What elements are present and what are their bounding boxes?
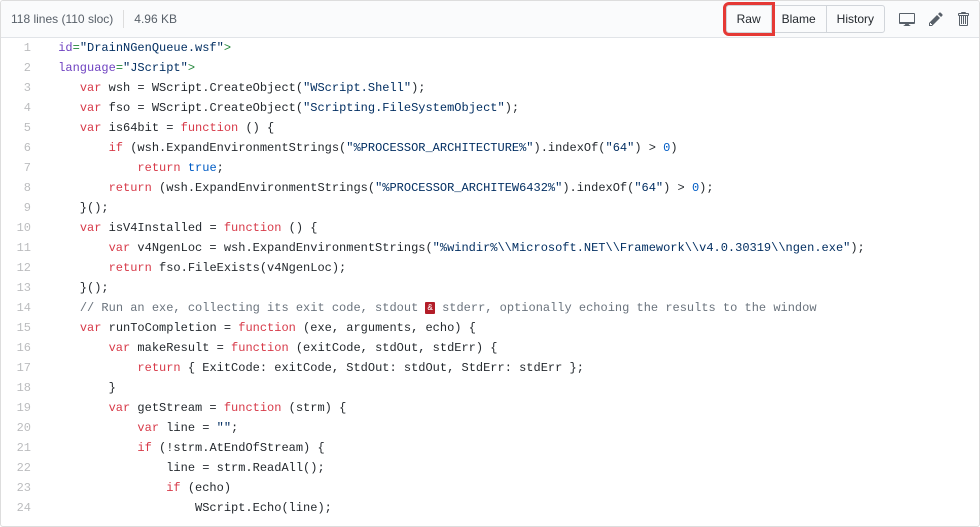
blob-code: }(); xyxy=(41,198,979,218)
blob-num: 23 xyxy=(1,478,41,498)
code-line: 2 language="JScript"> xyxy=(1,58,979,78)
code-line: 15 var runToCompletion = function (exe, … xyxy=(1,318,979,338)
blob-code: if (!strm.AtEndOfStream) { xyxy=(41,438,979,458)
blob-code: id="DrainNGenQueue.wsf"> xyxy=(41,38,979,58)
blob-code: // Run an exe, collecting its exit code,… xyxy=(41,298,979,318)
code-line: 7 return true; xyxy=(1,158,979,178)
blob-num: 10 xyxy=(1,218,41,238)
code-table: 1 id="DrainNGenQueue.wsf">2 language="JS… xyxy=(1,38,979,518)
trashcan-icon[interactable] xyxy=(957,11,969,27)
blob-code: if (wsh.ExpandEnvironmentStrings("%PROCE… xyxy=(41,138,979,158)
code-line: 8 return (wsh.ExpandEnvironmentStrings("… xyxy=(1,178,979,198)
code-line: 6 if (wsh.ExpandEnvironmentStrings("%PRO… xyxy=(1,138,979,158)
blame-button[interactable]: Blame xyxy=(771,5,827,33)
blob-code: var getStream = function (strm) { xyxy=(41,398,979,418)
blob-code: WScript.Echo(line); xyxy=(41,498,979,518)
code-line: 23 if (echo) xyxy=(1,478,979,498)
blob-code: return true; xyxy=(41,158,979,178)
blob-code: var isV4Installed = function () { xyxy=(41,218,979,238)
blob-num: 15 xyxy=(1,318,41,338)
blob-num: 3 xyxy=(1,78,41,98)
file-info-divider xyxy=(123,10,124,28)
icon-actions xyxy=(899,11,969,27)
blob-num: 1 xyxy=(1,38,41,58)
blob-code: language="JScript"> xyxy=(41,58,979,78)
code-line: 14 // Run an exe, collecting its exit co… xyxy=(1,298,979,318)
blob-code: var line = ""; xyxy=(41,418,979,438)
code-line: 16 var makeResult = function (exitCode, … xyxy=(1,338,979,358)
blob-num: 6 xyxy=(1,138,41,158)
code-line: 22 line = strm.ReadAll(); xyxy=(1,458,979,478)
blob-code: var makeResult = function (exitCode, std… xyxy=(41,338,979,358)
code-line: 12 return fso.FileExists(v4NgenLoc); xyxy=(1,258,979,278)
blob-code: } xyxy=(41,378,979,398)
blob-code: }(); xyxy=(41,278,979,298)
blob-num: 9 xyxy=(1,198,41,218)
code-line: 5 var is64bit = function () { xyxy=(1,118,979,138)
code-line: 1 id="DrainNGenQueue.wsf"> xyxy=(1,38,979,58)
file-view: 118 lines (110 sloc) 4.96 KB Raw Blame H… xyxy=(0,0,980,527)
blob-num: 2 xyxy=(1,58,41,78)
code-line: 17 return { ExitCode: exitCode, StdOut: … xyxy=(1,358,979,378)
blob-code: var fso = WScript.CreateObject("Scriptin… xyxy=(41,98,979,118)
blob-num: 11 xyxy=(1,238,41,258)
blob-num: 5 xyxy=(1,118,41,138)
history-button[interactable]: History xyxy=(826,5,885,33)
blob-num: 8 xyxy=(1,178,41,198)
code-line: 21 if (!strm.AtEndOfStream) { xyxy=(1,438,979,458)
pencil-icon[interactable] xyxy=(929,11,943,27)
invalid-char-icon: & xyxy=(425,302,434,314)
blob-code: var v4NgenLoc = wsh.ExpandEnvironmentStr… xyxy=(41,238,979,258)
file-info: 118 lines (110 sloc) 4.96 KB xyxy=(11,10,177,28)
blob-code: return (wsh.ExpandEnvironmentStrings("%P… xyxy=(41,178,979,198)
blob-num: 21 xyxy=(1,438,41,458)
blob-num: 13 xyxy=(1,278,41,298)
file-button-group: Raw Blame History xyxy=(726,5,885,33)
blob-code: var is64bit = function () { xyxy=(41,118,979,138)
file-lines-sloc: 118 lines (110 sloc) xyxy=(11,12,113,26)
raw-button[interactable]: Raw xyxy=(726,5,772,33)
blob-code: var runToCompletion = function (exe, arg… xyxy=(41,318,979,338)
blob-num: 4 xyxy=(1,98,41,118)
code-line: 20 var line = ""; xyxy=(1,418,979,438)
code-line: 11 var v4NgenLoc = wsh.ExpandEnvironment… xyxy=(1,238,979,258)
blob-num: 7 xyxy=(1,158,41,178)
blob-code: if (echo) xyxy=(41,478,979,498)
blob-num: 24 xyxy=(1,498,41,518)
blob-num: 12 xyxy=(1,258,41,278)
blob-num: 22 xyxy=(1,458,41,478)
blob-num: 14 xyxy=(1,298,41,318)
file-size: 4.96 KB xyxy=(134,12,177,26)
file-header: 118 lines (110 sloc) 4.96 KB Raw Blame H… xyxy=(1,1,979,38)
code-line: 10 var isV4Installed = function () { xyxy=(1,218,979,238)
desktop-icon[interactable] xyxy=(899,11,915,27)
blob-code: return fso.FileExists(v4NgenLoc); xyxy=(41,258,979,278)
code-line: 13 }(); xyxy=(1,278,979,298)
file-actions: Raw Blame History xyxy=(726,5,969,33)
blob-num: 20 xyxy=(1,418,41,438)
code-line: 19 var getStream = function (strm) { xyxy=(1,398,979,418)
code-line: 18 } xyxy=(1,378,979,398)
code-line: 4 var fso = WScript.CreateObject("Script… xyxy=(1,98,979,118)
blob-num: 17 xyxy=(1,358,41,378)
code-line: 3 var wsh = WScript.CreateObject("WScrip… xyxy=(1,78,979,98)
blob-code: return { ExitCode: exitCode, StdOut: std… xyxy=(41,358,979,378)
code-line: 9 }(); xyxy=(1,198,979,218)
blob-code: line = strm.ReadAll(); xyxy=(41,458,979,478)
code-line: 24 WScript.Echo(line); xyxy=(1,498,979,518)
blob-code: var wsh = WScript.CreateObject("WScript.… xyxy=(41,78,979,98)
blob-num: 18 xyxy=(1,378,41,398)
blob-num: 19 xyxy=(1,398,41,418)
blob-num: 16 xyxy=(1,338,41,358)
